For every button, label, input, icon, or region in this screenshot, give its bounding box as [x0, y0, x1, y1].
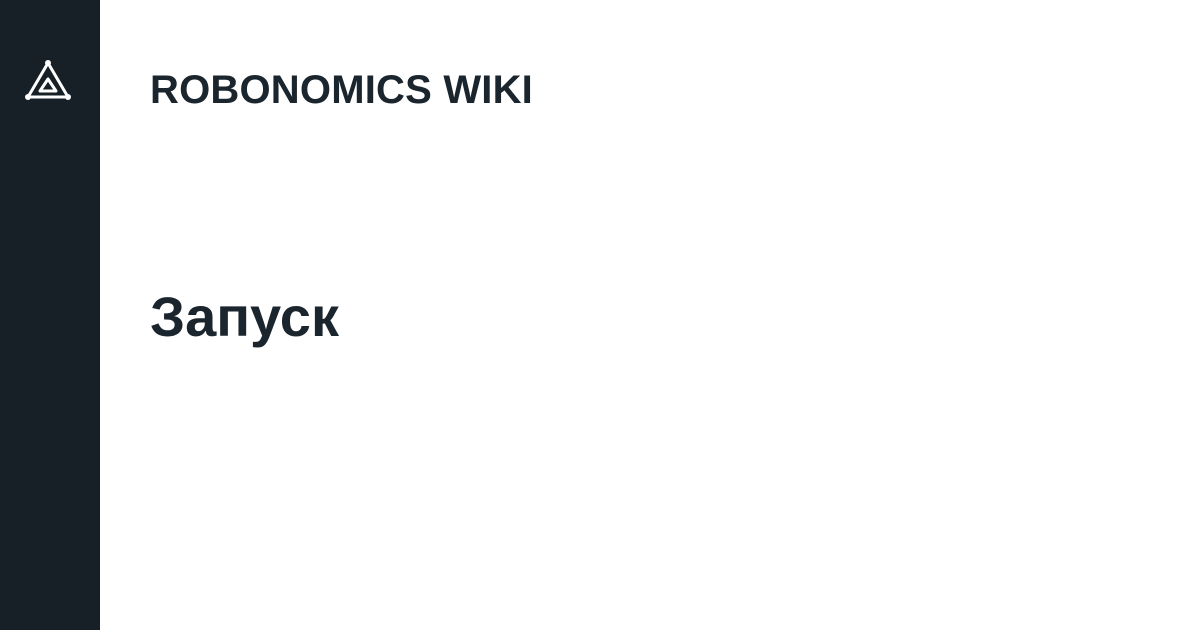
social-card: ROBONOMICS WIKI Запуск	[0, 0, 1200, 630]
site-name: ROBONOMICS WIKI	[150, 68, 533, 112]
brand-sidebar	[0, 0, 100, 630]
page-title: Запуск	[150, 285, 339, 348]
robonomics-triangle-logo-icon	[25, 60, 71, 100]
